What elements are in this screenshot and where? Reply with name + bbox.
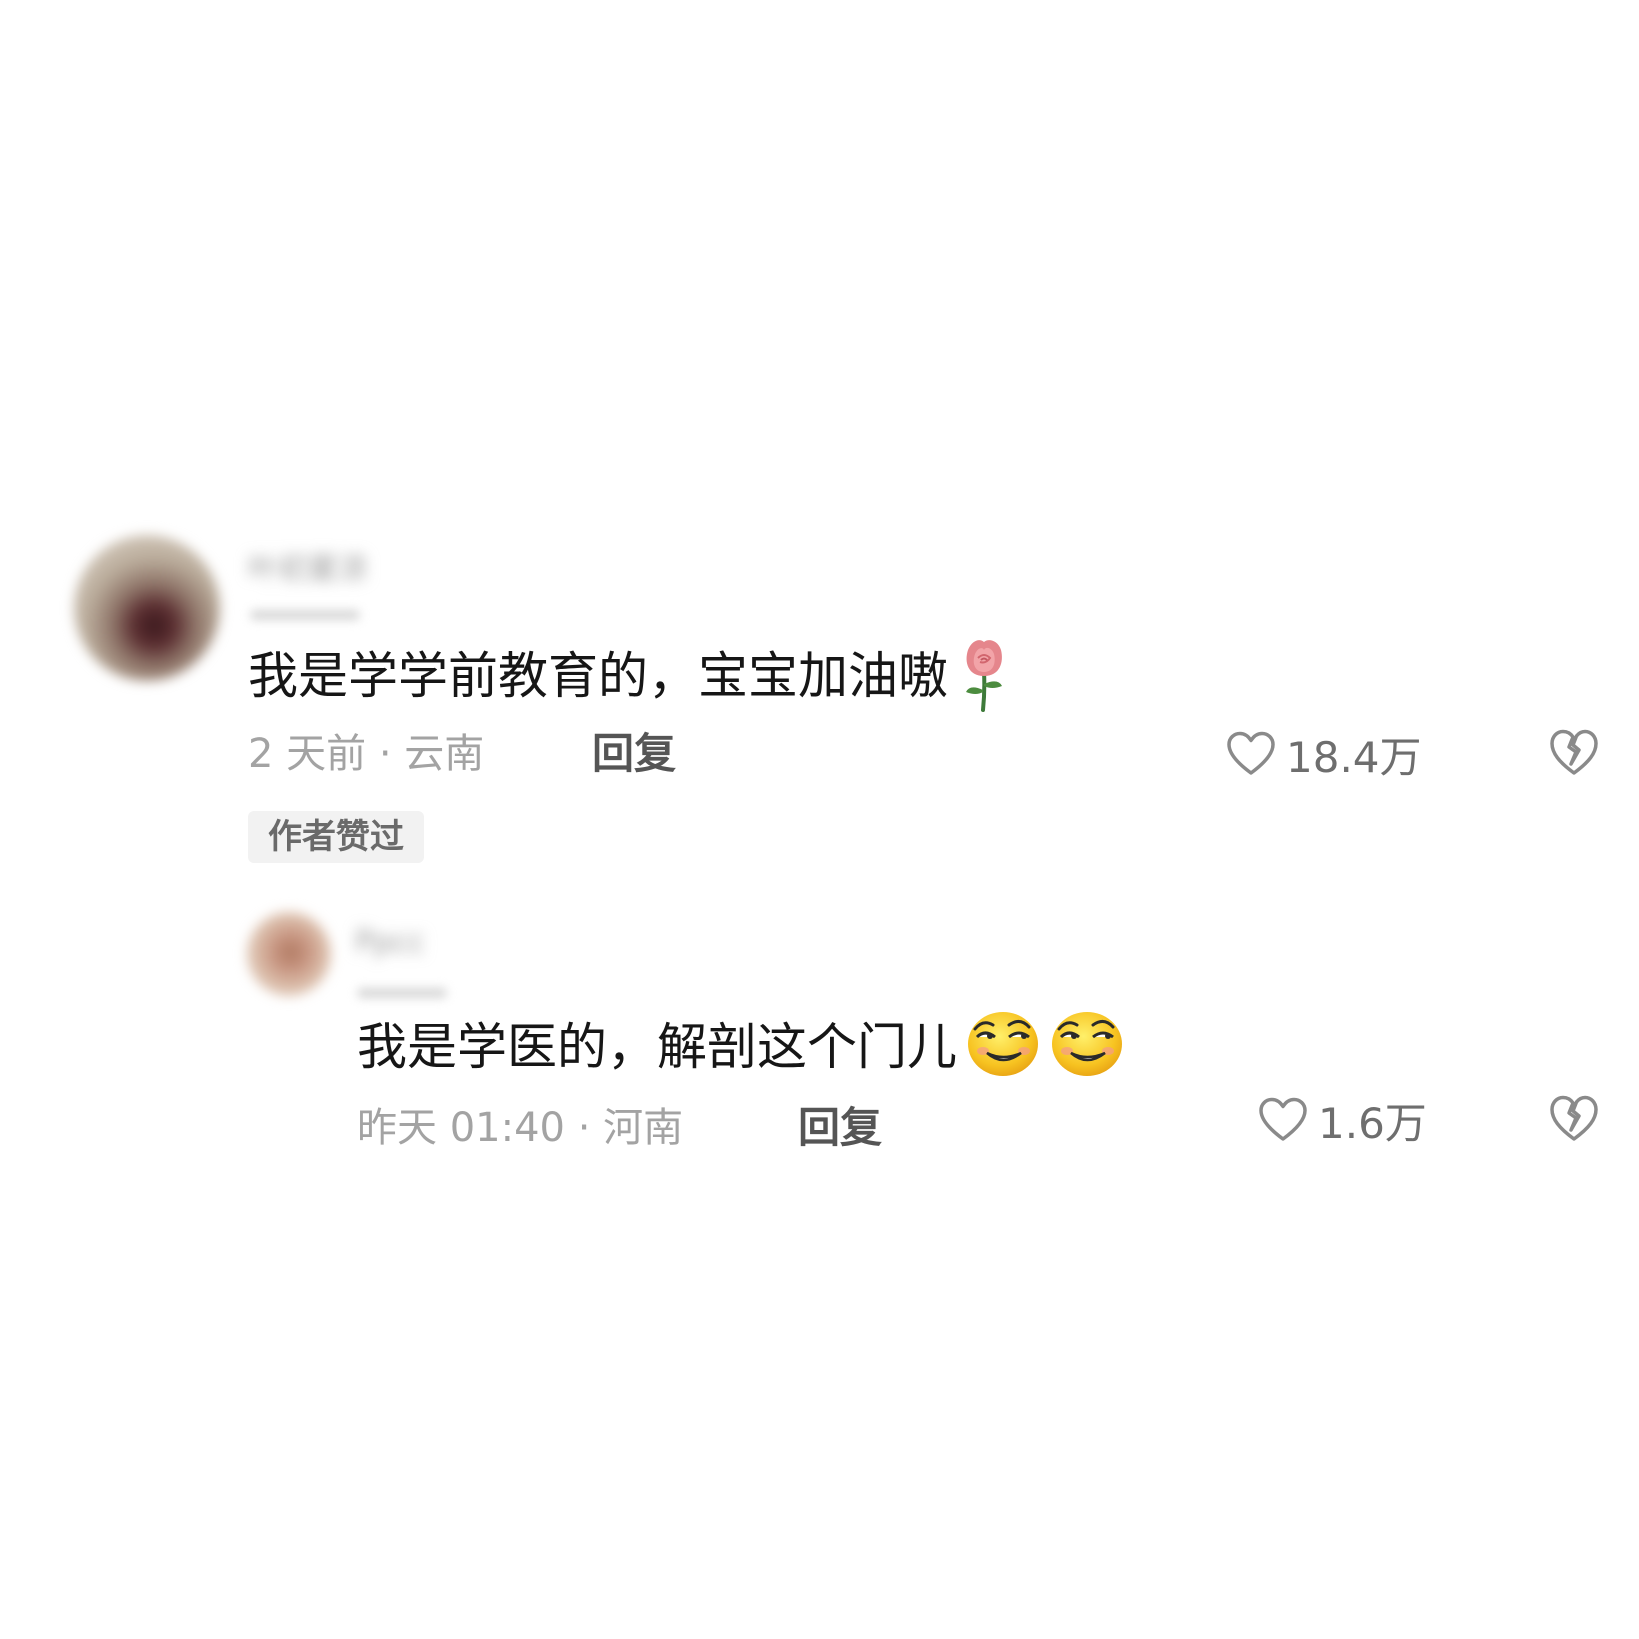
rose-emoji-icon — [956, 632, 1012, 720]
comment-username-subline — [250, 610, 360, 620]
reply-dislike-button[interactable] — [1548, 1094, 1600, 1148]
smirk-emoji-icon — [965, 1007, 1041, 1087]
reply-meta: 昨天 01:40 · 河南 — [357, 1105, 684, 1151]
heart-outline-icon — [1226, 731, 1276, 784]
heart-outline-icon — [1258, 1097, 1308, 1150]
reply-avatar[interactable] — [247, 912, 331, 996]
comment-reply-button[interactable]: 回复 — [592, 733, 676, 775]
comment-meta: 2 天前 · 云南 — [248, 731, 485, 777]
comment-avatar[interactable] — [74, 535, 220, 681]
comment-body: 我是学学前教育的，宝宝加油嗷 — [248, 632, 1012, 720]
reply-body: 我是学医的，解剖这个门儿 — [357, 1007, 1125, 1087]
reply-username-subline — [357, 988, 447, 998]
reply-reply-button[interactable]: 回复 — [798, 1107, 882, 1149]
comment-username[interactable]: 叶初夏凉 — [248, 555, 368, 585]
broken-heart-icon — [1548, 1095, 1600, 1148]
broken-heart-icon — [1548, 729, 1600, 782]
reply-like-count: 1.6万 — [1318, 1098, 1427, 1148]
reply-text: 我是学医的，解剖这个门儿 — [357, 1018, 957, 1076]
comment-like-count: 18.4万 — [1286, 732, 1422, 782]
smirk-emoji-icon — [1049, 1007, 1125, 1087]
author-liked-badge: 作者赞过 — [248, 811, 424, 863]
comment-like-button[interactable]: 18.4万 — [1226, 731, 1422, 784]
comment-text: 我是学学前教育的，宝宝加油嗷 — [248, 647, 948, 705]
comment-dislike-button[interactable] — [1548, 728, 1600, 782]
reply-username[interactable]: Ppcc — [355, 928, 425, 958]
reply-like-button[interactable]: 1.6万 — [1258, 1097, 1427, 1150]
